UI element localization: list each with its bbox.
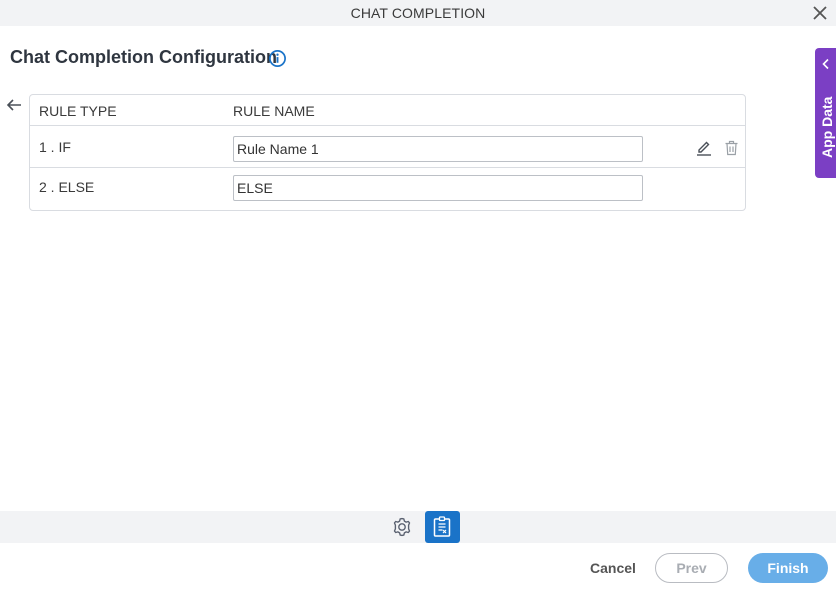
- table-row: 1 . IF: [30, 126, 745, 168]
- cancel-button[interactable]: Cancel: [580, 553, 646, 583]
- page-title: Chat Completion Configuration: [10, 47, 277, 67]
- table-header: RULE TYPE RULE NAME: [30, 95, 745, 126]
- prev-button[interactable]: Prev: [655, 553, 728, 583]
- window-title: CHAT COMPLETION: [350, 5, 486, 21]
- title-bar: CHAT COMPLETION: [0, 0, 836, 26]
- close-icon[interactable]: [810, 3, 830, 23]
- app-data-label: App Data: [819, 96, 835, 158]
- chevron-left-icon: [822, 58, 829, 70]
- rules-table: RULE TYPE RULE NAME 1 . IF 2 . ELSE: [29, 94, 746, 211]
- rule-type-cell: 2 . ELSE: [39, 179, 95, 195]
- pencil-icon[interactable]: [696, 140, 712, 156]
- trash-icon[interactable]: [724, 140, 739, 156]
- rule-name-input[interactable]: [233, 136, 643, 162]
- gear-icon[interactable]: [391, 516, 413, 538]
- app-data-panel-toggle[interactable]: App Data: [815, 48, 836, 178]
- column-header-rule-name: RULE NAME: [233, 103, 315, 119]
- bottom-toolbar: [0, 511, 836, 543]
- column-header-rule-type: RULE TYPE: [39, 103, 117, 119]
- rule-name-input[interactable]: [233, 175, 643, 201]
- document-button[interactable]: [425, 511, 460, 543]
- info-icon[interactable]: [268, 49, 287, 68]
- table-row: 2 . ELSE: [30, 168, 745, 210]
- back-arrow-icon[interactable]: [5, 97, 23, 113]
- document-icon: [433, 516, 451, 537]
- rule-type-cell: 1 . IF: [39, 139, 71, 155]
- finish-button[interactable]: Finish: [748, 553, 828, 583]
